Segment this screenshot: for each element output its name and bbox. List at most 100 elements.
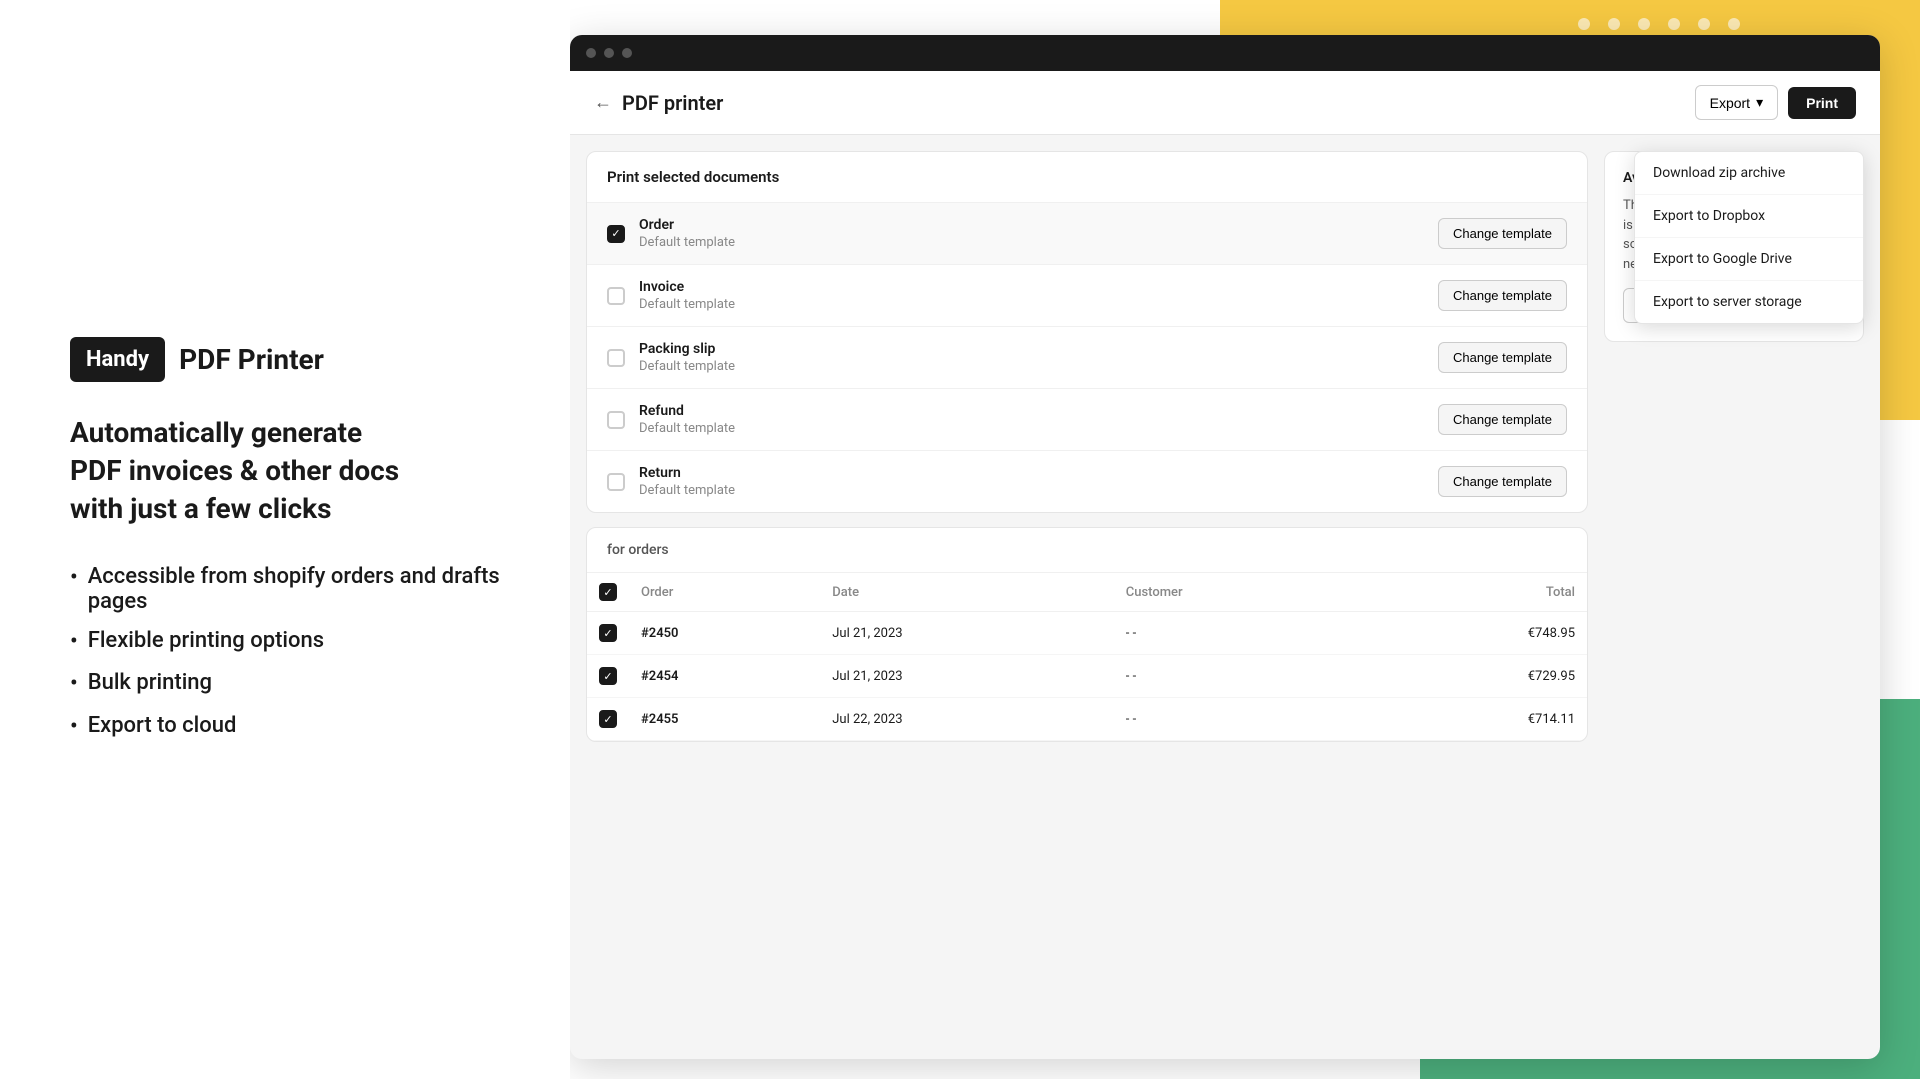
dot-3	[1638, 18, 1650, 30]
select-all-checkbox[interactable]	[599, 583, 617, 601]
doc-row-refund: Refund Default template Change template	[587, 389, 1587, 451]
row-checkbox-2450	[587, 612, 629, 655]
doc-template-packing-slip: Default template	[639, 359, 1424, 374]
dot-2	[1608, 18, 1620, 30]
dropdown-item-server[interactable]: Export to server storage	[1635, 281, 1863, 323]
doc-checkbox-order[interactable]	[607, 225, 625, 243]
doc-checkbox-invoice[interactable]	[607, 287, 625, 305]
table-row: #2455 Jul 22, 2023 - - €714.11	[587, 698, 1587, 741]
app-header-left: ← PDF printer	[594, 91, 723, 115]
browser-dot-2	[604, 48, 614, 58]
feature-item-3: Bulk printing	[70, 670, 510, 699]
chevron-down-icon: ▾	[1756, 94, 1763, 111]
orders-card: for orders Order Date Customer Total	[586, 527, 1588, 742]
orders-table: Order Date Customer Total #	[587, 573, 1587, 741]
dot-1	[1578, 18, 1590, 30]
order-total-2450: €748.95	[1365, 612, 1587, 655]
doc-row-order: Order Default template Change template	[587, 203, 1587, 265]
order-date-2450: Jul 21, 2023	[820, 612, 1114, 655]
doc-name-packing-slip: Packing slip	[639, 341, 1424, 357]
right-area: ← PDF printer Export ▾ Print Print selec…	[570, 0, 1920, 1079]
dropdown-item-zip[interactable]: Download zip archive	[1635, 152, 1863, 195]
doc-template-order: Default template	[639, 235, 1424, 250]
row-check-2455[interactable]	[599, 710, 617, 728]
page-title: PDF printer	[622, 91, 723, 115]
doc-row-return: Return Default template Change template	[587, 451, 1587, 512]
order-customer-2450: - -	[1114, 612, 1366, 655]
dropdown-item-dropbox[interactable]: Export to Dropbox	[1635, 195, 1863, 238]
table-row: #2454 Jul 21, 2023 - - €729.95	[587, 655, 1587, 698]
change-template-invoice[interactable]: Change template	[1438, 280, 1567, 311]
feature-item-4: Export to cloud	[70, 713, 510, 742]
doc-info-refund: Refund Default template	[639, 403, 1424, 436]
back-button[interactable]: ←	[594, 92, 612, 113]
table-row: #2450 Jul 21, 2023 - - €748.95	[587, 612, 1587, 655]
row-check-2454[interactable]	[599, 667, 617, 685]
browser-titlebar	[570, 35, 1880, 71]
tagline: Automatically generatePDF invoices & oth…	[70, 414, 510, 527]
export-label: Export	[1710, 95, 1750, 111]
export-button[interactable]: Export ▾	[1695, 85, 1779, 120]
row-checkbox-2455	[587, 698, 629, 741]
doc-checkbox-return[interactable]	[607, 473, 625, 491]
order-date-2455: Jul 22, 2023	[820, 698, 1114, 741]
dot-5	[1698, 18, 1710, 30]
order-total-2455: €714.11	[1365, 698, 1587, 741]
order-num-2455: #2455	[629, 698, 820, 741]
dot-4	[1668, 18, 1680, 30]
doc-name-invoice: Invoice	[639, 279, 1424, 295]
browser-window: ← PDF printer Export ▾ Print Print selec…	[570, 35, 1880, 1059]
orders-section-title: for orders	[587, 528, 1587, 573]
bg-dots	[1578, 18, 1740, 30]
order-total-2454: €729.95	[1365, 655, 1587, 698]
th-checkbox	[587, 573, 629, 612]
change-template-order[interactable]: Change template	[1438, 218, 1567, 249]
row-check-2450[interactable]	[599, 624, 617, 642]
doc-row-packing-slip: Packing slip Default template Change tem…	[587, 327, 1587, 389]
app-header: ← PDF printer Export ▾ Print	[570, 71, 1880, 135]
app-content: Print selected documents Order Default t…	[570, 135, 1880, 1059]
logo-badge: Handy	[70, 337, 165, 382]
feature-item-2: Flexible printing options	[70, 628, 510, 657]
change-template-packing-slip[interactable]: Change template	[1438, 342, 1567, 373]
th-date: Date	[820, 573, 1114, 612]
change-template-return[interactable]: Change template	[1438, 466, 1567, 497]
doc-name-refund: Refund	[639, 403, 1424, 419]
order-customer-2455: - -	[1114, 698, 1366, 741]
docs-panel: Print selected documents Order Default t…	[586, 151, 1588, 1051]
doc-info-order: Order Default template	[639, 217, 1424, 250]
doc-name-return: Return	[639, 465, 1424, 481]
change-template-refund[interactable]: Change template	[1438, 404, 1567, 435]
doc-info-return: Return Default template	[639, 465, 1424, 498]
logo-text: PDF Printer	[179, 343, 324, 376]
order-num-2450: #2450	[629, 612, 820, 655]
dropdown-item-gdrive[interactable]: Export to Google Drive	[1635, 238, 1863, 281]
header-actions: Export ▾ Print	[1695, 85, 1856, 120]
browser-dot-1	[586, 48, 596, 58]
print-documents-card: Print selected documents Order Default t…	[586, 151, 1588, 513]
th-total: Total	[1365, 573, 1587, 612]
doc-row-invoice: Invoice Default template Change template	[587, 265, 1587, 327]
order-num-2454: #2454	[629, 655, 820, 698]
browser-dot-3	[622, 48, 632, 58]
doc-template-refund: Default template	[639, 421, 1424, 436]
export-dropdown: Download zip archive Export to Dropbox E…	[1634, 151, 1864, 324]
features-list: Accessible from shopify orders and draft…	[70, 564, 510, 742]
doc-checkbox-refund[interactable]	[607, 411, 625, 429]
th-order: Order	[629, 573, 820, 612]
doc-info-packing-slip: Packing slip Default template	[639, 341, 1424, 374]
print-button[interactable]: Print	[1788, 87, 1856, 119]
order-customer-2454: - -	[1114, 655, 1366, 698]
doc-template-invoice: Default template	[639, 297, 1424, 312]
doc-template-return: Default template	[639, 483, 1424, 498]
logo-container: Handy PDF Printer	[70, 337, 510, 382]
dot-6	[1728, 18, 1740, 30]
feature-item-1: Accessible from shopify orders and draft…	[70, 564, 510, 614]
doc-name-order: Order	[639, 217, 1424, 233]
right-sidebar: Available documents There is listed docu…	[1604, 151, 1864, 1051]
order-date-2454: Jul 21, 2023	[820, 655, 1114, 698]
doc-info-invoice: Invoice Default template	[639, 279, 1424, 312]
doc-checkbox-packing-slip[interactable]	[607, 349, 625, 367]
left-panel: Handy PDF Printer Automatically generate…	[0, 0, 570, 1079]
print-documents-title: Print selected documents	[587, 152, 1587, 203]
